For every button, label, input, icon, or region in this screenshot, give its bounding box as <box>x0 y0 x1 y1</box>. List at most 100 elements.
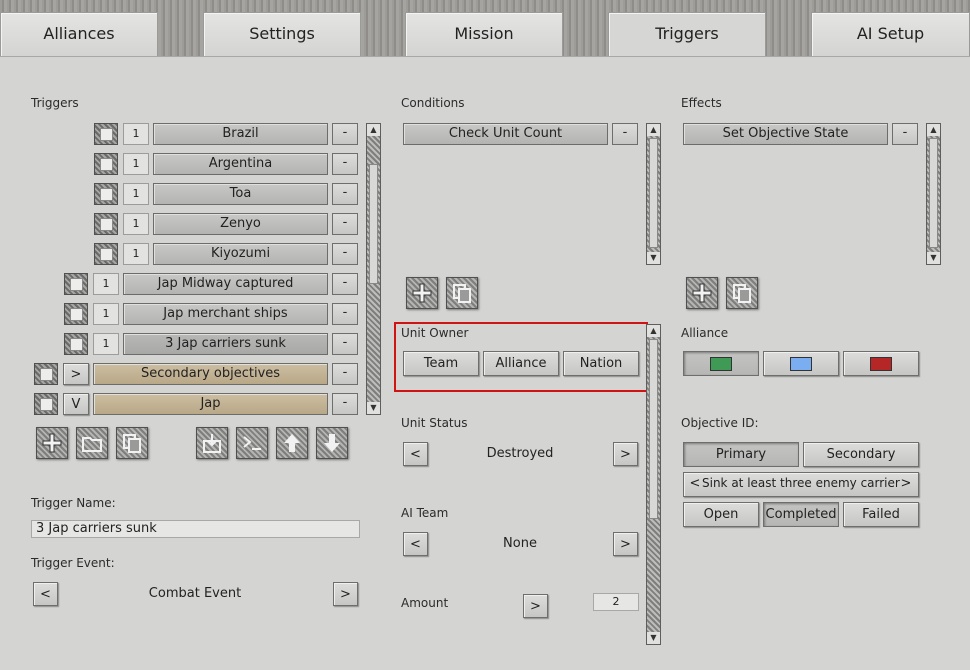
tab-ai-setup[interactable]: AI Setup <box>811 12 970 56</box>
trigger-event-next-button[interactable]: > <box>333 582 358 606</box>
unit-status-label: Unit Status <box>401 416 468 430</box>
scroll-down-arrow-icon[interactable]: ▼ <box>927 252 940 264</box>
amount-input[interactable]: 2 <box>593 593 639 611</box>
unit-status-prev-button[interactable]: < <box>403 442 428 466</box>
tab-mission[interactable]: Mission <box>405 12 563 56</box>
trigger-count: 1 <box>123 123 149 145</box>
triggers-scrollbar[interactable]: ▲ ▼ <box>366 123 381 415</box>
amount-increase-button[interactable]: > <box>523 594 548 618</box>
remove-trigger-button[interactable]: - <box>332 213 358 235</box>
copy-icon <box>123 434 141 453</box>
owner-nation-button[interactable]: Nation <box>563 351 639 376</box>
state-failed-button[interactable]: Failed <box>843 502 919 527</box>
trigger-item-argentina[interactable]: Argentina <box>153 153 328 175</box>
trigger-checkbox[interactable] <box>94 213 118 235</box>
scroll-up-arrow-icon[interactable]: ▲ <box>647 124 660 136</box>
trigger-item-jap-merchant-ships[interactable]: Jap merchant ships <box>123 303 328 325</box>
trigger-checkbox[interactable] <box>64 303 88 325</box>
unit-status-value: Destroyed <box>486 446 554 461</box>
remove-condition-button[interactable]: - <box>612 123 638 145</box>
condition-item-check-unit-count[interactable]: Check Unit Count <box>403 123 608 145</box>
ai-team-next-button[interactable]: > <box>613 532 638 556</box>
condition-settings-scrollbar[interactable]: ▲ ▼ <box>646 324 661 645</box>
copy-effect-button[interactable] <box>726 277 758 309</box>
trigger-item-toa[interactable]: Toa <box>153 183 328 205</box>
trigger-checkbox[interactable] <box>94 123 118 145</box>
trigger-item-3-jap-carriers-sunk[interactable]: 3 Jap carriers sunk <box>123 333 328 355</box>
objective-secondary-button[interactable]: Secondary <box>803 442 919 467</box>
trigger-item-zenyo[interactable]: Zenyo <box>153 213 328 235</box>
objective-primary-button[interactable]: Primary <box>683 442 799 467</box>
remove-trigger-button[interactable]: - <box>332 273 358 295</box>
remove-trigger-button[interactable]: - <box>332 303 358 325</box>
move-down-button[interactable] <box>316 427 348 459</box>
scroll-thumb[interactable] <box>929 138 938 248</box>
trigger-checkbox[interactable] <box>94 183 118 205</box>
trigger-event-prev-button[interactable]: < <box>33 582 58 606</box>
trigger-count: 1 <box>93 273 119 295</box>
import-button[interactable] <box>196 427 228 459</box>
scroll-thumb[interactable] <box>649 138 658 248</box>
trigger-name-input[interactable]: 3 Jap carriers sunk <box>31 520 360 538</box>
copy-condition-button[interactable] <box>446 277 478 309</box>
remove-trigger-button[interactable]: - <box>332 333 358 355</box>
folder-icon <box>82 437 102 452</box>
copy-trigger-button[interactable] <box>116 427 148 459</box>
scroll-thumb[interactable] <box>649 339 658 519</box>
objective-prev-button[interactable]: < <box>688 476 702 491</box>
objective-next-button[interactable]: > <box>899 476 913 491</box>
remove-trigger-button[interactable]: - <box>332 243 358 265</box>
state-completed-button[interactable]: Completed <box>763 502 839 527</box>
unit-status-next-button[interactable]: > <box>613 442 638 466</box>
add-condition-button[interactable] <box>406 277 438 309</box>
ai-team-prev-button[interactable]: < <box>403 532 428 556</box>
alliance-red-button[interactable] <box>843 351 919 376</box>
trigger-item-jap-midway-captured[interactable]: Jap Midway captured <box>123 273 328 295</box>
trigger-group-secondary-objectives[interactable]: Secondary objectives <box>93 363 328 385</box>
alliance-green-button[interactable] <box>683 351 759 376</box>
state-open-button[interactable]: Open <box>683 502 759 527</box>
trigger-count: 1 <box>123 213 149 235</box>
remove-trigger-button[interactable]: - <box>332 183 358 205</box>
owner-team-button[interactable]: Team <box>403 351 479 376</box>
scroll-up-arrow-icon[interactable]: ▲ <box>927 124 940 136</box>
scroll-up-arrow-icon[interactable]: ▲ <box>367 124 380 136</box>
remove-trigger-button[interactable]: - <box>332 123 358 145</box>
console-button[interactable] <box>236 427 268 459</box>
add-trigger-button[interactable] <box>36 427 68 459</box>
trigger-checkbox[interactable] <box>94 153 118 175</box>
remove-trigger-button[interactable]: - <box>332 363 358 385</box>
trigger-group-checkbox[interactable] <box>34 393 58 415</box>
trigger-checkbox[interactable] <box>94 243 118 265</box>
scroll-down-arrow-icon[interactable]: ▼ <box>647 252 660 264</box>
scroll-down-arrow-icon[interactable]: ▼ <box>367 402 380 414</box>
trigger-group-jap[interactable]: Jap <box>93 393 328 415</box>
expand-toggle-button[interactable]: > <box>63 363 89 385</box>
remove-effect-button[interactable]: - <box>892 123 918 145</box>
conditions-scrollbar[interactable]: ▲ ▼ <box>646 123 661 265</box>
tab-alliances[interactable]: Alliances <box>0 12 158 56</box>
trigger-checkbox[interactable] <box>64 333 88 355</box>
collapse-toggle-button[interactable]: V <box>63 393 89 415</box>
effect-item-set-objective-state[interactable]: Set Objective State <box>683 123 888 145</box>
trigger-item-brazil[interactable]: Brazil <box>153 123 328 145</box>
owner-alliance-button[interactable]: Alliance <box>483 351 559 376</box>
trigger-group-checkbox[interactable] <box>34 363 58 385</box>
move-up-button[interactable] <box>276 427 308 459</box>
effects-heading: Effects <box>681 96 722 110</box>
trigger-item-kiyozumi[interactable]: Kiyozumi <box>153 243 328 265</box>
trigger-count: 1 <box>123 153 149 175</box>
remove-trigger-button[interactable]: - <box>332 393 358 415</box>
effects-scrollbar[interactable]: ▲ ▼ <box>926 123 941 265</box>
trigger-event-value: Combat Event <box>148 586 242 601</box>
tab-settings[interactable]: Settings <box>203 12 361 56</box>
scroll-up-arrow-icon[interactable]: ▲ <box>647 325 660 337</box>
add-effect-button[interactable] <box>686 277 718 309</box>
tab-triggers[interactable]: Triggers <box>608 12 766 58</box>
scroll-down-arrow-icon[interactable]: ▼ <box>647 632 660 644</box>
add-folder-button[interactable] <box>76 427 108 459</box>
remove-trigger-button[interactable]: - <box>332 153 358 175</box>
scroll-thumb[interactable] <box>369 164 378 284</box>
alliance-blue-button[interactable] <box>763 351 839 376</box>
trigger-checkbox[interactable] <box>64 273 88 295</box>
